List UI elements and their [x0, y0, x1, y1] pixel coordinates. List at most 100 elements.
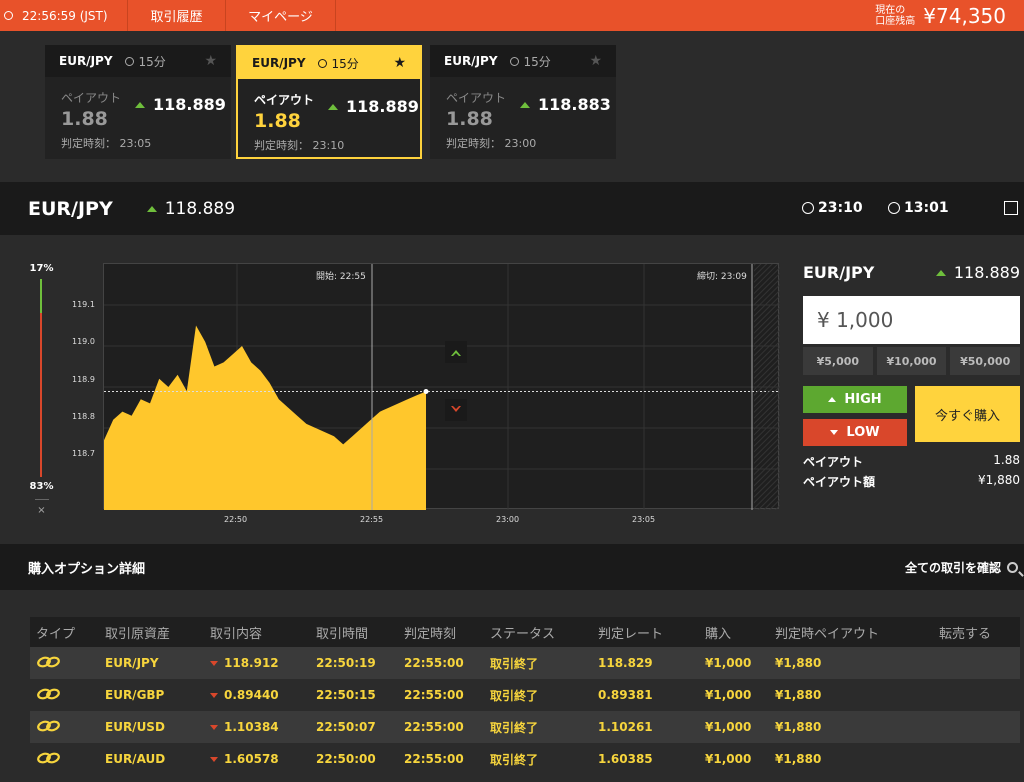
low-button[interactable]: LOW: [803, 419, 907, 446]
remaining-time-text: 13:01: [904, 200, 949, 216]
judge-rate-cell: 1.60385: [598, 752, 653, 766]
judge-time: 判定時刻： 23:00: [446, 137, 537, 150]
card-price-text: 118.889: [153, 95, 226, 114]
card-header: EUR/JPY 15分 ★: [430, 45, 616, 77]
down-arrow-icon: [830, 430, 839, 435]
card-duration: 15分: [317, 55, 359, 72]
low-label: LOW: [846, 425, 880, 440]
option-card-2[interactable]: EUR/JPY 15分 ★ ペイアウト 1.88 118.889 判定時刻： 23:…: [236, 45, 422, 159]
order-price-text: 118.889: [953, 263, 1020, 282]
status-cell: 取引終了: [490, 688, 539, 703]
buy-cell: ¥1,000: [705, 656, 752, 670]
table-row[interactable]: EUR/USD 1.10384 22:50:07 22:55:00 取引終了 1.1026…: [30, 711, 1020, 743]
trade-table: タイプ 取引原資産 取引内容 取引時間 判定時刻 ステータス 判定レート 購入 …: [30, 617, 1020, 775]
type-cell: [30, 687, 105, 704]
high-button[interactable]: HIGH: [803, 386, 907, 413]
remaining-time: 13:01: [888, 200, 949, 216]
card-pair: EUR/JPY: [59, 54, 113, 68]
y-tick-label: 118.9: [72, 375, 95, 384]
nav-trade-history[interactable]: 取引履歴: [128, 0, 226, 31]
up-arrow-icon: [146, 205, 157, 212]
detail-title: 購入オプション詳細: [28, 561, 146, 577]
status-cell: 取引終了: [490, 720, 539, 735]
close-icon[interactable]: ×: [29, 505, 54, 516]
trade-buttons: HIGH LOW 今すぐ購入: [803, 386, 1020, 448]
link-icon: [37, 688, 60, 699]
content-rate: 118.912: [224, 656, 279, 670]
pair-bar: EUR/JPY 118.889 23:10 13:01: [0, 182, 1024, 235]
nav-my-page[interactable]: マイページ: [226, 0, 336, 31]
col-judge-rate: 判定レート: [598, 626, 664, 642]
card-body: ペイアウト 1.88 118.889 判定時刻： 23:05: [45, 77, 231, 159]
high-percent: 17%: [29, 263, 54, 274]
col-content: 取引内容: [210, 626, 263, 642]
time-cell: 22:50:15: [316, 688, 376, 702]
down-arrow-icon: [210, 724, 218, 730]
asset-cell: EUR/USD: [105, 720, 165, 734]
down-arrow-icon: [210, 692, 218, 698]
star-icon[interactable]: ★: [393, 55, 406, 71]
table-row[interactable]: EUR/GBP 0.89440 22:50:15 22:55:00 取引終了 0.8938…: [30, 679, 1020, 711]
card-price: 118.889: [328, 97, 419, 116]
judge-time: 判定時刻： 23:10: [254, 139, 345, 152]
preset-50000-button[interactable]: ¥50,000: [950, 347, 1021, 375]
preset-10000-button[interactable]: ¥10,000: [876, 347, 947, 375]
closed-zone: [754, 264, 780, 510]
card-body: ペイアウト 1.88 118.883 判定時刻： 23:00: [430, 77, 616, 159]
col-judge: 判定時刻: [404, 626, 457, 642]
judge-cell: 22:55:00: [404, 752, 464, 766]
gauge-bar: [40, 279, 42, 477]
asset-cell: EUR/GBP: [105, 688, 165, 702]
low-percent: 83%: [29, 481, 54, 492]
col-resell: 転売する: [939, 626, 992, 642]
link-icon: [37, 720, 60, 731]
detail-bar: 購入オプション詳細 全ての取引を確認: [0, 544, 1024, 590]
up-arrow-icon: [520, 101, 530, 108]
option-card-1[interactable]: EUR/JPY 15分 ★ ペイアウト 1.88 118.889 判定時刻： 23:…: [45, 45, 231, 159]
payout-cell: ¥1,880: [775, 720, 822, 734]
y-tick-label: 119.0: [72, 337, 95, 346]
order-pair: EUR/JPY: [803, 263, 875, 282]
down-arrow-icon: [210, 756, 218, 762]
buy-cell: ¥1,000: [705, 688, 752, 702]
time-cell: 22:50:19: [316, 656, 376, 670]
table-row[interactable]: EUR/AUD 1.60578 22:50:00 22:55:00 取引終了 1.6038…: [30, 743, 1020, 775]
content-cell: 1.60578: [210, 752, 316, 766]
main: EUR/JPY 15分 ★ ペイアウト 1.88 118.889 判定時刻： 23:…: [0, 31, 1024, 782]
price-chart[interactable]: [103, 263, 780, 510]
table-row[interactable]: EUR/JPY 118.912 22:50:19 22:55:00 取引終了 118.82…: [30, 647, 1020, 679]
pair-name: EUR/JPY: [28, 197, 113, 220]
payout-cell: ¥1,880: [775, 688, 822, 702]
balance-label-1: 現在の: [875, 4, 906, 16]
judge-rate-cell: 118.829: [598, 656, 653, 670]
top-bar: 22:56:59 (JST) 取引履歴 マイページ 現在の 口座残高 ¥74,35…: [0, 0, 1024, 31]
asset-cell: EUR/AUD: [105, 752, 166, 766]
table-header: タイプ 取引原資産 取引内容 取引時間 判定時刻 ステータス 判定レート 購入 …: [30, 617, 1020, 647]
up-arrow-icon: [828, 397, 837, 402]
preset-5000-button[interactable]: ¥5,000: [803, 347, 873, 375]
pair-price: 118.889: [146, 199, 235, 219]
clock-icon: [124, 56, 134, 66]
star-icon[interactable]: ★: [589, 53, 602, 69]
search-icon: [1007, 561, 1018, 573]
balance-label: 現在の 口座残高: [875, 5, 915, 27]
card-price: 118.883: [520, 95, 611, 114]
content-cell: 118.912: [210, 656, 316, 670]
table-body: EUR/JPY 118.912 22:50:19 22:55:00 取引終了 118.82…: [30, 647, 1020, 775]
card-price-text: 118.889: [346, 97, 419, 116]
star-icon[interactable]: ★: [204, 53, 217, 69]
asset-cell: EUR/JPY: [105, 656, 159, 670]
option-card-3[interactable]: EUR/JPY 15分 ★ ペイアウト 1.88 118.883 判定時刻： 23:…: [430, 45, 616, 159]
view-all-text: 全ての取引を確認: [904, 560, 1001, 575]
chart-mode-icon[interactable]: [1004, 201, 1018, 215]
buy-now-button[interactable]: 今すぐ購入: [915, 386, 1020, 442]
col-payout: 判定時ペイアウト: [775, 626, 880, 642]
amount-input[interactable]: ¥ 1,000: [803, 296, 1020, 344]
judge-cell: 22:55:00: [404, 688, 464, 702]
history-icon: [888, 202, 900, 214]
status-cell: 取引終了: [490, 656, 539, 671]
time-cell: 22:50:00: [316, 752, 376, 766]
balance-value: ¥74,350: [923, 3, 1006, 28]
amount-presets: ¥5,000 ¥10,000 ¥50,000: [803, 347, 1021, 375]
view-all-trades-link[interactable]: 全ての取引を確認: [905, 559, 1018, 576]
